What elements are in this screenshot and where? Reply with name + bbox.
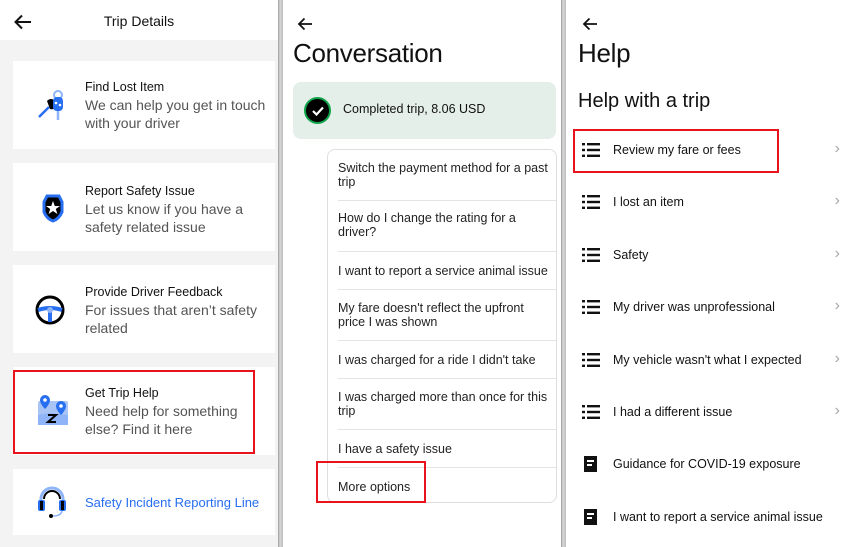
chevron-right-icon: › [834, 402, 840, 419]
help-item-label: I had a different issue [613, 405, 733, 419]
help-item-different-issue[interactable]: I had a different issue › [566, 392, 850, 432]
document-icon [584, 456, 597, 472]
page-title: Help [578, 38, 631, 68]
trip-summary-text: Completed trip, 8.06 USD [343, 102, 486, 116]
card-description: We can help you get in touch with your d… [85, 97, 266, 131]
safety-line-link[interactable]: Safety Incident Reporting Line [85, 495, 269, 510]
find-lost-item-card[interactable]: Find Lost Item We can help you get in to… [13, 61, 275, 149]
option-item[interactable]: My fare doesn't reflect the upfront pric… [338, 290, 556, 341]
help-item-label: Review my fare or fees [613, 143, 741, 157]
help-item-vehicle[interactable]: My vehicle wasn't what I expected › [566, 340, 850, 380]
safety-incident-line-card[interactable]: Safety Incident Reporting Line [13, 469, 275, 535]
help-item-review-fare[interactable]: Review my fare or fees › [566, 130, 850, 170]
back-button[interactable] [580, 14, 600, 34]
card-title: Get Trip Help [85, 386, 159, 400]
list-icon [582, 353, 600, 367]
section-heading: Help with a trip [578, 90, 711, 112]
checkmark-icon [304, 97, 331, 124]
help-item-label: My vehicle wasn't what I expected [613, 353, 802, 367]
steering-wheel-icon [35, 295, 71, 331]
option-item[interactable]: I was charged more than once for this tr… [338, 379, 556, 430]
headset-icon [35, 485, 71, 521]
help-screen: Help Help with a trip Review my fare or … [566, 0, 850, 547]
chevron-right-icon: › [834, 192, 840, 209]
chevron-right-icon: › [834, 140, 840, 157]
help-item-label: Safety [613, 248, 649, 262]
more-options-button[interactable]: More options [338, 468, 556, 502]
conversation-screen: Conversation Completed trip, 8.06 USD Sw… [283, 0, 561, 547]
card-title: Provide Driver Feedback [85, 285, 223, 299]
card-description: Need help for something else? Find it he… [85, 403, 238, 437]
help-item-label: Guidance for COVID-19 exposure [613, 457, 801, 471]
option-item[interactable]: How do I change the rating for a driver? [338, 201, 556, 252]
help-item-lost-item[interactable]: I lost an item › [566, 182, 850, 222]
list-icon [582, 300, 600, 314]
chevron-right-icon: › [834, 297, 840, 314]
list-icon [582, 143, 600, 157]
help-item-service-animal[interactable]: I want to report a service animal issue [566, 497, 850, 537]
help-item-driver-unprofessional[interactable]: My driver was unprofessional › [566, 287, 850, 327]
card-description: For issues that aren’t safety related [85, 302, 257, 336]
option-item[interactable]: Switch the payment method for a past tri… [338, 158, 556, 201]
list-icon [582, 195, 600, 209]
help-item-label: I want to report a service animal issue [613, 510, 823, 524]
keys-icon [35, 87, 71, 123]
help-item-covid-guidance[interactable]: Guidance for COVID-19 exposure [566, 444, 850, 484]
document-icon [584, 509, 597, 525]
chevron-right-icon: › [834, 350, 840, 367]
back-button[interactable] [295, 14, 315, 34]
chevron-right-icon: › [834, 245, 840, 262]
list-icon [582, 248, 600, 262]
arrow-left-icon [297, 17, 312, 31]
card-title: Find Lost Item [85, 80, 165, 94]
trip-details-screen: Trip Details Find Lost Item We can help … [0, 0, 278, 547]
help-item-label: My driver was unprofessional [613, 300, 775, 314]
shield-star-icon [35, 194, 71, 230]
card-description: Let us know if you have a safety related… [85, 201, 243, 235]
provide-driver-feedback-card[interactable]: Provide Driver Feedback For issues that … [13, 265, 275, 353]
option-item[interactable]: I have a safety issue [338, 430, 556, 468]
conversation-options: Switch the payment method for a past tri… [327, 149, 557, 503]
page-title: Trip Details [103, 13, 175, 29]
report-safety-issue-card[interactable]: Report Safety Issue Let us know if you h… [13, 163, 275, 251]
header: Trip Details [0, 0, 278, 40]
option-item[interactable]: I was charged for a ride I didn't take [338, 341, 556, 379]
map-pins-icon [35, 393, 71, 429]
help-item-safety[interactable]: Safety › [566, 235, 850, 275]
page-title: Conversation [293, 38, 443, 68]
arrow-left-icon [582, 17, 597, 31]
card-title: Report Safety Issue [85, 184, 195, 198]
list-icon [582, 405, 600, 419]
option-item[interactable]: I want to report a service animal issue [338, 252, 556, 290]
help-item-label: I lost an item [613, 195, 684, 209]
trip-summary-banner: Completed trip, 8.06 USD [293, 82, 556, 139]
get-trip-help-card[interactable]: Get Trip Help Need help for something el… [13, 367, 275, 455]
